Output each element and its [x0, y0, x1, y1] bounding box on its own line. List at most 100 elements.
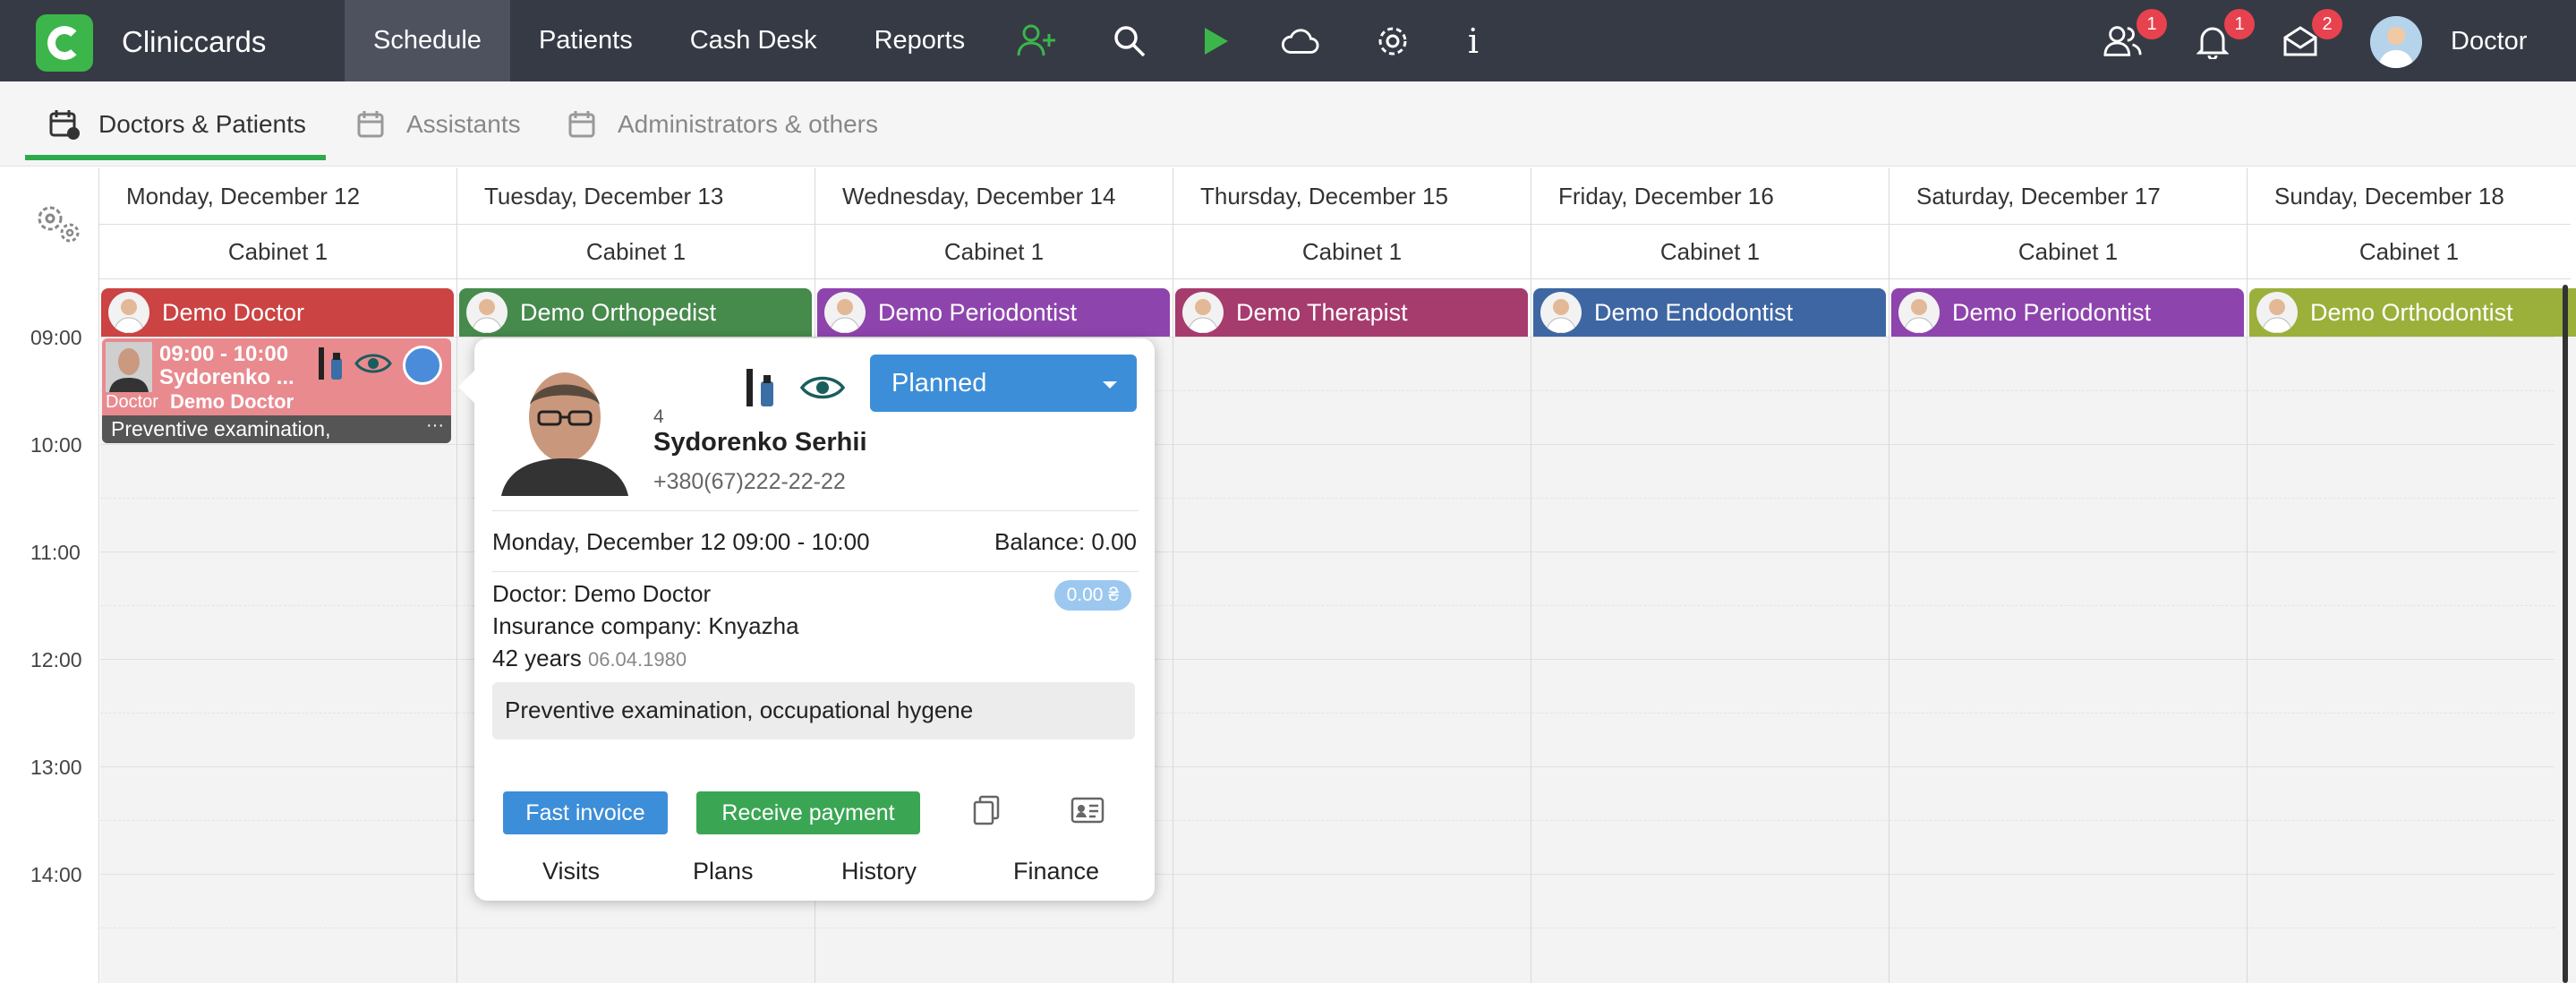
day-column: Saturday, December 17 Cabinet 1 Demo Perio… — [1889, 168, 2247, 983]
staff-tabs: Doctors & Patients Assistants Administra… — [0, 81, 2576, 167]
vertical-scrollbar[interactable] — [2563, 285, 2568, 983]
finance-link[interactable]: Finance — [1013, 858, 1099, 885]
receive-payment-button[interactable]: Receive payment — [696, 791, 920, 834]
day-header: Saturday, December 17 — [1916, 182, 2161, 209]
search-icon[interactable] — [1110, 21, 1149, 61]
doctor-header[interactable]: Demo Orthodontist — [2249, 288, 2576, 337]
eye-icon[interactable] — [354, 351, 392, 380]
doctor-header[interactable]: Demo Orthopedist — [459, 288, 812, 337]
nav-reports[interactable]: Reports — [846, 0, 994, 81]
calendar-user-icon — [49, 110, 80, 140]
add-user-icon[interactable] — [1017, 21, 1056, 61]
plans-link[interactable]: Plans — [693, 858, 754, 885]
user-name[interactable]: Doctor — [2451, 27, 2527, 56]
doctor-avatar — [2256, 292, 2298, 333]
tab-assistants[interactable]: Assistants — [356, 107, 521, 142]
patient-number: 4 — [653, 406, 664, 427]
divider — [492, 571, 1139, 572]
day-column: Sunday, December 18 Cabinet 1 Demo Orthodo… — [2247, 168, 2576, 983]
amount-badge: 0.00 ₴ — [1053, 580, 1131, 611]
doctor-header[interactable]: Demo Endodontist — [1533, 288, 1886, 337]
patient-balance: Balance: 0.00 — [994, 528, 1137, 555]
eye-icon[interactable] — [799, 372, 846, 407]
patient-name[interactable]: Sydorenko Serhii — [653, 428, 867, 457]
time-label: 11:00 — [30, 541, 81, 564]
cabinet-header: Cabinet 1 — [1889, 224, 2247, 279]
patient-age-line: 42 years 06.04.1980 — [492, 645, 687, 672]
appointment-datetime: Monday, December 12 09:00 - 10:00 — [492, 528, 870, 555]
appointment-doctor: Demo Doctor — [170, 390, 294, 413]
patient-age: 42 years — [492, 645, 582, 671]
visits-link[interactable]: Visits — [542, 858, 600, 885]
day-header: Friday, December 16 — [1558, 182, 1774, 209]
doctor-name: Demo Therapist — [1236, 298, 1408, 326]
time-label: 14:00 — [30, 863, 82, 886]
calendar-icon — [568, 111, 595, 138]
day-header: Sunday, December 18 — [2274, 182, 2504, 209]
active-tab-indicator — [25, 155, 326, 160]
copy-icon[interactable] — [972, 795, 1001, 830]
toothbrush-icon — [315, 346, 345, 386]
doctor-name: Demo Orthodontist — [2310, 298, 2513, 326]
doctor-avatar — [1898, 292, 1940, 333]
patient-phone[interactable]: +380(67)222-22-22 — [653, 469, 846, 495]
doctor-name: Demo Periodontist — [878, 298, 1078, 326]
status-dot — [403, 346, 442, 385]
day-column: Monday, December 12 Cabinet 1 Demo Doctor — [98, 168, 456, 983]
appointment-card[interactable]: 09:00 - 10:00 Sydorenko ... Doctor Demo … — [102, 338, 451, 443]
appointment-popup: Planned 4 Sydorenko Serhii +380(67)222-2… — [458, 338, 1155, 901]
settings-icon[interactable] — [1373, 21, 1412, 61]
doctor-line: Doctor: Demo Doctor — [492, 580, 712, 607]
status-dropdown[interactable]: Planned — [870, 355, 1137, 412]
appointment-note: Preventive examination, ··· — [102, 415, 451, 443]
main-nav: Schedule Patients Cash Desk Reports — [345, 0, 994, 81]
messages-badge: 2 — [2312, 9, 2342, 39]
tab-label: Administrators & others — [618, 110, 878, 138]
more-icon[interactable]: ··· — [426, 412, 444, 440]
patient-birthdate: 06.04.1980 — [587, 648, 687, 671]
nav-cash-desk[interactable]: Cash Desk — [661, 0, 846, 81]
doctor-header[interactable]: Demo Therapist — [1175, 288, 1528, 337]
doctor-name: Demo Doctor — [162, 298, 305, 326]
user-avatar[interactable] — [2370, 16, 2422, 68]
cabinet-header: Cabinet 1 — [1531, 224, 1889, 279]
doctor-avatar — [1540, 292, 1582, 333]
notifications-badge: 1 — [2224, 9, 2255, 39]
play-icon[interactable] — [1196, 21, 1235, 61]
nav-patients[interactable]: Patients — [510, 0, 661, 81]
nav-schedule[interactable]: Schedule — [345, 0, 510, 81]
time-label: 10:00 — [30, 433, 82, 457]
day-header: Thursday, December 15 — [1200, 182, 1448, 209]
doctor-avatar — [466, 292, 508, 333]
cabinet-header: Cabinet 1 — [99, 224, 456, 279]
time-label: 13:00 — [30, 756, 82, 779]
day-header: Monday, December 12 — [126, 182, 361, 209]
divider — [492, 510, 1139, 511]
time-label: 09:00 — [30, 326, 82, 349]
columns-settings-icon[interactable] — [34, 202, 84, 250]
doctor-name: Demo Orthopedist — [520, 298, 717, 326]
day-header: Wednesday, December 14 — [842, 182, 1116, 209]
doctor-avatar — [108, 292, 149, 333]
users-badge: 1 — [2137, 9, 2167, 39]
cloud-icon[interactable] — [1280, 21, 1319, 61]
fast-invoice-button[interactable]: Fast invoice — [503, 791, 668, 834]
tab-administrators[interactable]: Administrators & others — [567, 107, 878, 142]
insurance-line: Insurance company: Knyazha — [492, 612, 799, 639]
tab-doctors-patients[interactable]: Doctors & Patients — [48, 107, 306, 142]
note-text: Preventive examination, — [111, 417, 331, 440]
app-logo[interactable] — [36, 14, 93, 72]
appointment-note: Preventive examination, occupational hyg… — [492, 682, 1135, 739]
tab-label: Doctors & Patients — [98, 110, 306, 138]
day-column: Friday, December 16 Cabinet 1 Demo Endodon… — [1531, 168, 1889, 983]
doctor-header[interactable]: Demo Doctor — [101, 288, 454, 337]
doctor-header[interactable]: Demo Periodontist — [1891, 288, 2244, 337]
history-link[interactable]: History — [841, 858, 917, 885]
doctor-header[interactable]: Demo Periodontist — [817, 288, 1170, 337]
appointment-role: Doctor — [106, 392, 158, 412]
doctor-name: Demo Endodontist — [1594, 298, 1794, 326]
info-icon[interactable]: i — [1454, 21, 1493, 61]
tab-label: Assistants — [406, 110, 521, 138]
id-card-icon[interactable] — [1070, 797, 1105, 828]
toothbrush-icon — [743, 367, 779, 413]
